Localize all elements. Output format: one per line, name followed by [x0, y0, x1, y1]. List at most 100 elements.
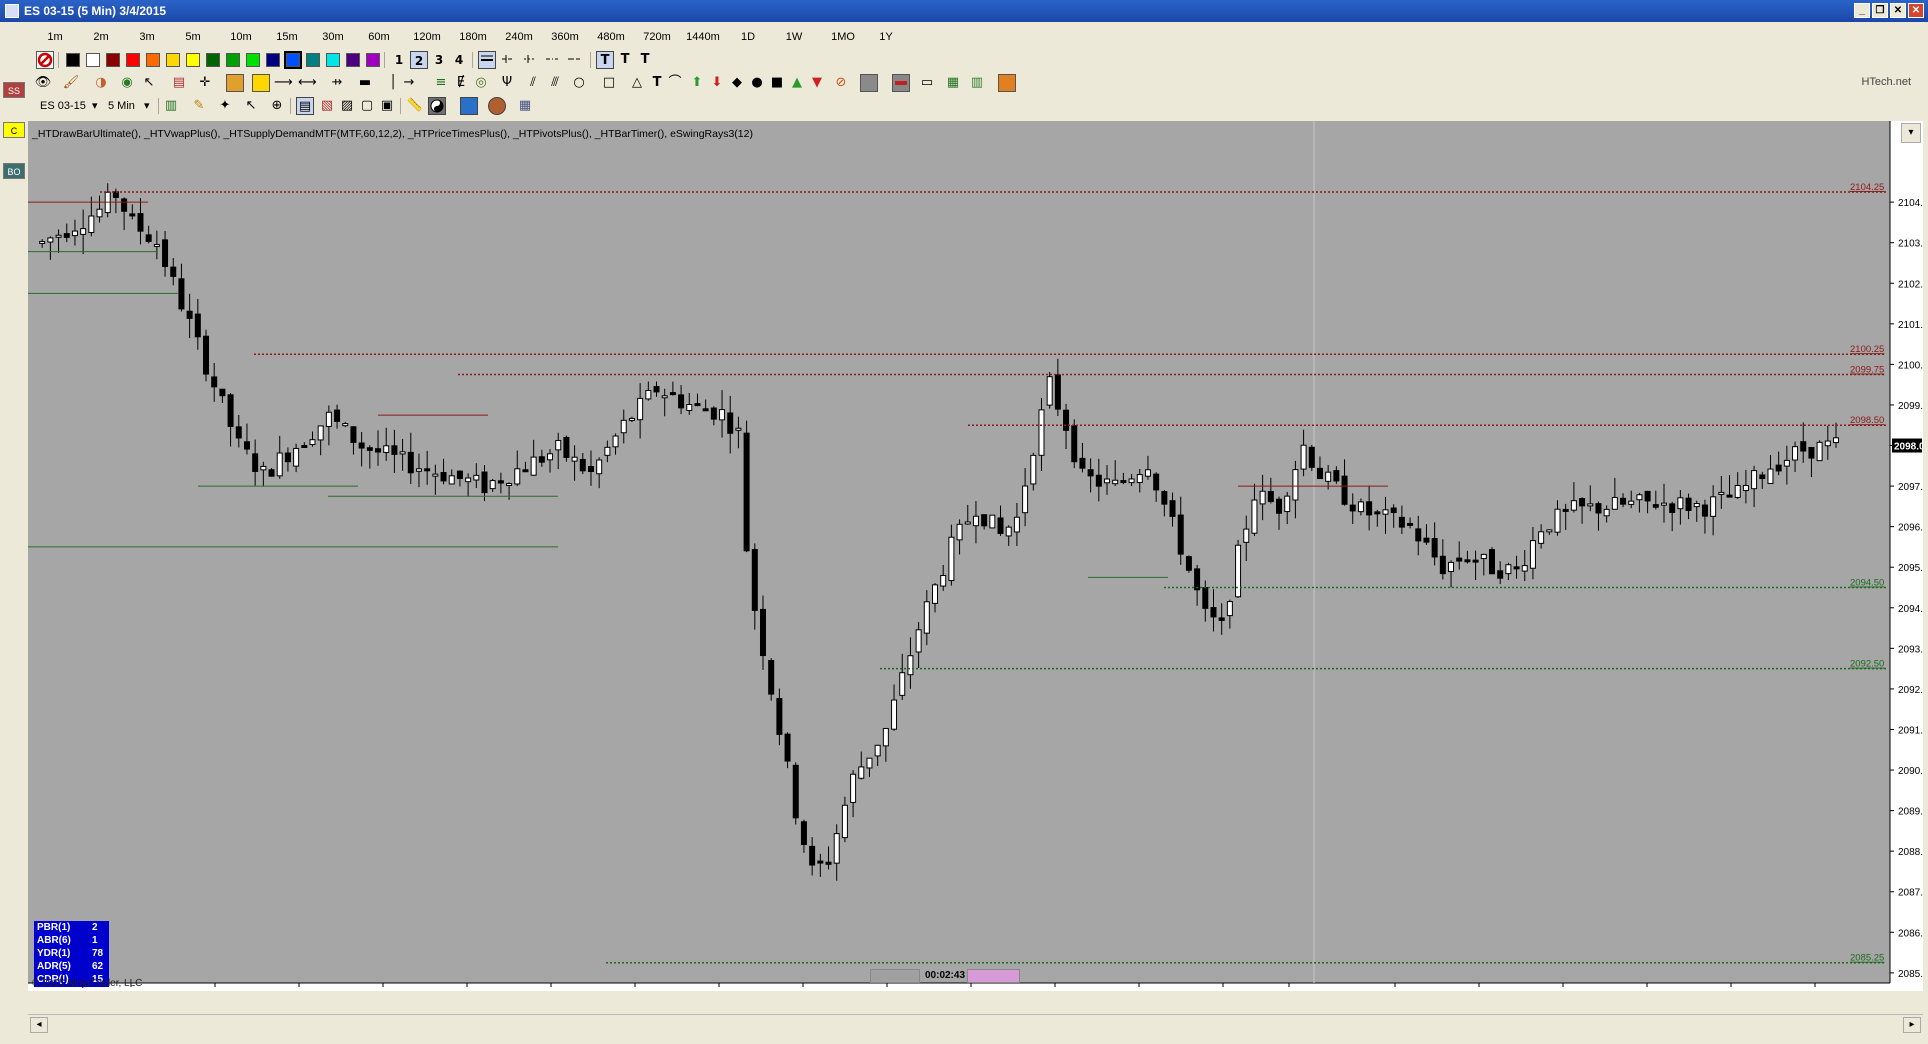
signal-icon[interactable]: ▥: [968, 74, 986, 92]
interval-selector[interactable]: 5 Min: [104, 97, 139, 115]
text-icon[interactable]: T: [648, 74, 666, 92]
scroll-left-icon[interactable]: ◂: [30, 1017, 48, 1033]
timeframe-360m[interactable]: 360m: [545, 27, 585, 47]
chevron-down-icon[interactable]: ▾: [88, 97, 102, 115]
ruler-icon[interactable]: 📏: [406, 97, 424, 115]
price-chart[interactable]: 2104.00 2103.00 2102.00 2101.00 2100.00 2099.…: [28, 121, 1923, 991]
timeframe-1D[interactable]: 1D: [733, 27, 763, 47]
color-swatch[interactable]: [306, 53, 320, 67]
color-swatch[interactable]: [266, 53, 280, 67]
color-swatch[interactable]: [284, 51, 302, 69]
window-titlebar[interactable]: ES 03-15 (5 Min) 3/4/2015 _ ❐ ✕ ✕: [0, 0, 1928, 22]
timeframe-1440m[interactable]: 1440m: [683, 27, 723, 47]
line-style-dashdot-icon[interactable]: [544, 51, 562, 69]
data-box-icon[interactable]: ▤: [170, 74, 188, 92]
chevron-down-icon[interactable]: ▾: [140, 97, 154, 115]
restore-button[interactable]: ❐: [1872, 3, 1888, 18]
timeframe-3m[interactable]: 3m: [132, 27, 162, 47]
alert-icon[interactable]: [998, 74, 1016, 92]
arc-icon[interactable]: ⌒: [666, 74, 684, 92]
text-style-1-button[interactable]: T: [596, 51, 614, 69]
timeframe-2m[interactable]: 2m: [86, 27, 116, 47]
bar-type-icon[interactable]: ▥: [162, 97, 180, 115]
color-swatch[interactable]: [226, 53, 240, 67]
save-template-icon[interactable]: ▣: [378, 97, 396, 115]
indicators-icon[interactable]: ▧: [318, 97, 336, 115]
grid-icon[interactable]: ▦: [944, 74, 962, 92]
fib-circle-icon[interactable]: ◎: [472, 74, 490, 92]
yin-yang-icon[interactable]: [428, 97, 446, 115]
palette-icon[interactable]: ◑: [92, 74, 110, 92]
arrow-right-icon[interactable]: →: [400, 74, 418, 92]
instrument-selector[interactable]: ES 03-15: [36, 97, 90, 115]
regression-icon[interactable]: ⫻: [546, 74, 564, 92]
gann-fan-icon[interactable]: ⫽: [524, 74, 542, 92]
arrow-down-icon[interactable]: ⬇: [708, 74, 726, 92]
minimize-button[interactable]: _: [1854, 3, 1870, 18]
close-button[interactable]: ✕: [1890, 3, 1906, 18]
battery-icon[interactable]: ▭: [918, 74, 936, 92]
line-width-1-button[interactable]: 1: [390, 51, 408, 69]
highlight-tool-icon[interactable]: [226, 74, 244, 92]
timeframe-10m[interactable]: 10m: [223, 27, 259, 47]
side-button-c[interactable]: C: [3, 122, 25, 138]
color-swatch[interactable]: [166, 53, 180, 67]
color-swatch[interactable]: [246, 53, 260, 67]
color-swatch[interactable]: [346, 53, 360, 67]
horizontal-scrollbar[interactable]: ◂ ▸: [28, 1014, 1923, 1035]
grid-layout-icon[interactable]: ▦: [516, 97, 534, 115]
scroll-right-icon[interactable]: ▸: [1903, 1017, 1921, 1033]
line-width-2-button[interactable]: 2: [410, 51, 428, 69]
timeframe-1Y[interactable]: 1Y: [871, 27, 901, 47]
triangle-up-icon[interactable]: ▲: [788, 74, 806, 92]
brush-icon[interactable]: 🖌: [62, 74, 80, 92]
pen-icon[interactable]: [252, 74, 270, 92]
ellipse-icon[interactable]: ○: [570, 74, 588, 92]
strategies-icon[interactable]: ▨: [338, 97, 356, 115]
pitchfork-icon[interactable]: Ψ: [498, 74, 516, 92]
timeframe-720m[interactable]: 720m: [637, 27, 677, 47]
line-style-long-dash-icon[interactable]: [566, 51, 584, 69]
horizontal-line-icon[interactable]: ▬: [356, 74, 374, 92]
chart-trader-icon[interactable]: [460, 97, 478, 115]
zoom-icon[interactable]: ⊕: [268, 97, 286, 115]
cursor-icon[interactable]: ↖: [140, 74, 158, 92]
clock-icon[interactable]: [488, 97, 506, 115]
scroll-dropdown[interactable]: ▾: [1901, 123, 1921, 143]
text-style-2-button[interactable]: T: [616, 51, 634, 69]
timeframe-60m[interactable]: 60m: [361, 27, 397, 47]
timeframe-30m[interactable]: 30m: [315, 27, 351, 47]
timeframe-1MO[interactable]: 1MO: [825, 27, 861, 47]
rectangle-icon[interactable]: □: [600, 74, 618, 92]
triangle-icon[interactable]: △: [628, 74, 646, 92]
color-swatch[interactable]: [326, 53, 340, 67]
ray-line-icon[interactable]: ⟶: [274, 74, 293, 92]
timeframe-180m[interactable]: 180m: [453, 27, 493, 47]
color-swatch[interactable]: [66, 53, 80, 67]
line-style-dash-icon[interactable]: [500, 51, 518, 69]
line-style-solid-icon[interactable]: [478, 51, 496, 69]
minus-button-icon[interactable]: [892, 74, 910, 92]
color-swatch[interactable]: [126, 53, 140, 67]
crosshair-icon[interactable]: ✛: [196, 74, 214, 92]
line-width-4-button[interactable]: 4: [450, 51, 468, 69]
wand-icon[interactable]: ✦: [216, 97, 234, 115]
color-swatch[interactable]: [146, 53, 160, 67]
eye-icon[interactable]: 👁: [34, 74, 52, 92]
color-swatch[interactable]: [366, 53, 380, 67]
remove-drawings-icon[interactable]: ⊘: [832, 74, 850, 92]
color-swatch[interactable]: [86, 53, 100, 67]
strategy-icon[interactable]: [860, 74, 878, 92]
side-button-bo[interactable]: BO: [3, 163, 25, 179]
color-swatch[interactable]: [186, 53, 200, 67]
properties-icon[interactable]: ▤: [296, 97, 314, 115]
color-swatch[interactable]: [106, 53, 120, 67]
extended-line-icon[interactable]: ⟷: [298, 74, 317, 92]
arrow-up-icon[interactable]: ⬆: [688, 74, 706, 92]
side-button-ss[interactable]: SS: [3, 82, 25, 98]
fib-extension-icon[interactable]: Ɇ: [452, 74, 470, 92]
timeframe-1W[interactable]: 1W: [779, 27, 809, 47]
pencil-icon[interactable]: ✎: [190, 97, 208, 115]
arrow-line-icon[interactable]: ⇸: [328, 74, 346, 92]
show-icon[interactable]: ◉: [118, 74, 136, 92]
